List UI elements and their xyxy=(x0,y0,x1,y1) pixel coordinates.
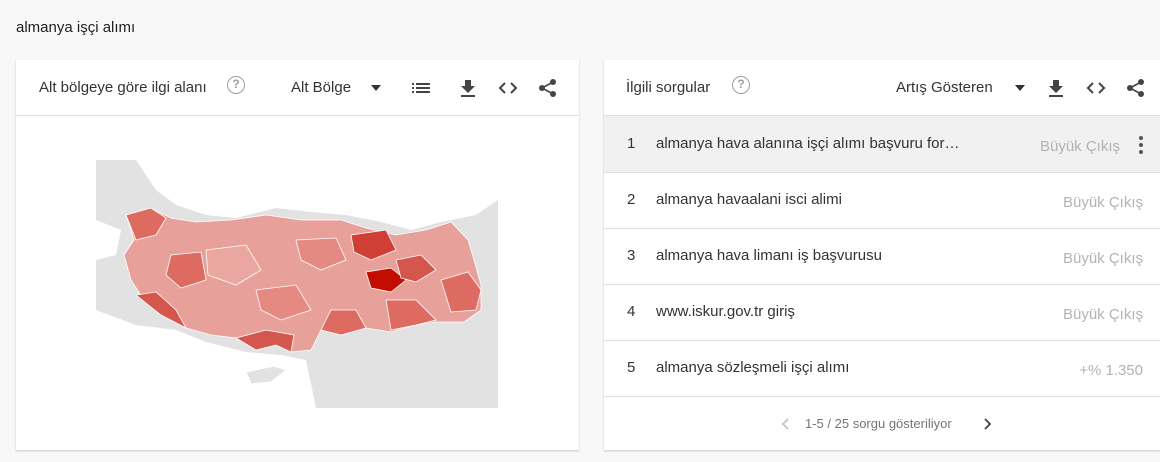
card-header: İlgili sorgular ? Artış Gösteren xyxy=(604,60,1160,116)
row-query[interactable]: almanya hava limanı iş başvurusu xyxy=(656,247,882,264)
row-value: Büyük Çıkış xyxy=(1062,194,1143,211)
query-row[interactable]: 5 almanya sözleşmeli işçi alımı +% 1.350 xyxy=(604,340,1160,397)
chevron-right-icon[interactable] xyxy=(981,417,993,431)
list-icon[interactable] xyxy=(410,77,432,99)
subregion-select[interactable]: Alt Bölge xyxy=(291,79,351,96)
turkey-region-map[interactable] xyxy=(96,160,498,408)
share-icon[interactable] xyxy=(1125,77,1147,99)
row-value: Büyük Çıkış xyxy=(1062,250,1143,267)
search-term: almanya işçi alımı xyxy=(16,19,136,36)
card-title: Alt bölgeye göre ilgi alanı xyxy=(39,79,207,96)
card-header: Alt bölgeye göre ilgi alanı ? Alt Bölge xyxy=(16,60,579,116)
query-row[interactable]: 4 www.iskur.gov.tr giriş Büyük Çıkış xyxy=(604,284,1160,341)
row-query[interactable]: almanya hava alanına işçi alımı başvuru … xyxy=(656,135,959,152)
row-rank: 2 xyxy=(627,191,636,208)
chevron-down-icon[interactable] xyxy=(371,85,381,91)
row-rank: 4 xyxy=(627,303,636,320)
row-rank: 1 xyxy=(627,135,636,152)
row-query[interactable]: almanya sözleşmeli işçi alımı xyxy=(656,359,849,376)
more-vert-icon[interactable] xyxy=(1138,136,1144,154)
row-value: +% 1.350 xyxy=(1079,362,1143,379)
help-icon[interactable]: ? xyxy=(227,76,245,94)
row-rank: 5 xyxy=(627,359,636,376)
related-queries-card: İlgili sorgular ? Artış Gösteren 1 alman… xyxy=(604,60,1160,450)
card-title: İlgili sorgular xyxy=(626,79,711,96)
query-row[interactable]: 3 almanya hava limanı iş başvurusu Büyük… xyxy=(604,228,1160,285)
row-query[interactable]: www.iskur.gov.tr giriş xyxy=(656,303,795,320)
download-icon[interactable] xyxy=(1045,77,1067,99)
query-row[interactable]: 2 almanya havaalani isci alimi Büyük Çık… xyxy=(604,172,1160,229)
chevron-left-icon[interactable] xyxy=(780,417,792,431)
region-interest-card: Alt bölgeye göre ilgi alanı ? Alt Bölge xyxy=(16,60,579,450)
row-value: Büyük Çıkış xyxy=(1039,138,1120,155)
chevron-down-icon[interactable] xyxy=(1015,85,1025,91)
row-value: Büyük Çıkış xyxy=(1062,306,1143,323)
query-row[interactable]: 1 almanya hava alanına işçi alımı başvur… xyxy=(604,116,1160,173)
embed-icon[interactable] xyxy=(497,77,519,99)
row-query[interactable]: almanya havaalani isci alimi xyxy=(656,191,842,208)
rising-select[interactable]: Artış Gösteren xyxy=(896,79,993,96)
download-icon[interactable] xyxy=(457,77,479,99)
row-rank: 3 xyxy=(627,247,636,264)
share-icon[interactable] xyxy=(537,77,559,99)
pagination-text: 1-5 / 25 sorgu gösteriliyor xyxy=(805,416,952,431)
embed-icon[interactable] xyxy=(1085,77,1107,99)
help-icon[interactable]: ? xyxy=(732,76,750,94)
